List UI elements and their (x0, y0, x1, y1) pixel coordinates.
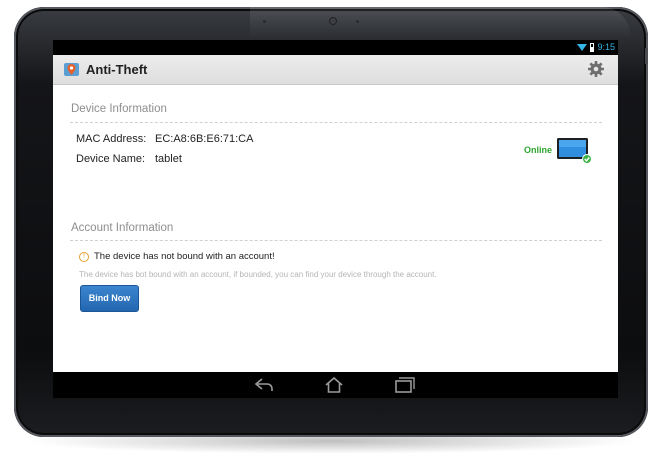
mac-address-row: MAC Address: EC:A8:6B:E6:71:CA (76, 133, 253, 145)
power-button (645, 48, 648, 64)
recent-apps-icon[interactable] (393, 375, 415, 395)
bind-note: The device has bot bound with an account… (79, 270, 437, 279)
tablet-online-icon (557, 138, 592, 164)
wifi-icon (577, 43, 588, 51)
bind-warning: ! The device has not bound with an accou… (79, 251, 275, 262)
action-bar: Anti-Theft (53, 55, 618, 85)
mac-address-label: MAC Address: (76, 133, 147, 145)
back-icon[interactable] (253, 375, 275, 395)
screen: 9:15 Anti-Theft Device Information MAC A… (53, 40, 618, 372)
bind-now-button[interactable]: Bind Now (80, 285, 139, 312)
sensor-dot (263, 20, 266, 23)
section-divider (70, 122, 602, 123)
settings-icon[interactable] (587, 60, 605, 78)
status-clock: 9:15 (597, 42, 615, 52)
device-name-label: Device Name: (76, 153, 146, 165)
status-icons: 9:15 (577, 41, 615, 53)
camera-lens (330, 18, 336, 24)
warning-icon: ! (79, 251, 89, 262)
device-name-row: Device Name: tablet (76, 153, 182, 165)
mac-address-value: EC:A8:6B:E6:71:CA (155, 133, 254, 145)
main-content: Device Information MAC Address: EC:A8:6B… (53, 85, 618, 372)
section-divider (70, 240, 602, 241)
battery-icon (590, 42, 595, 52)
device-info-header: Device Information (71, 103, 167, 115)
app-title: Anti-Theft (86, 62, 148, 77)
tablet-glare (250, 7, 630, 39)
account-info-header: Account Information (71, 222, 174, 234)
home-icon[interactable] (323, 375, 345, 395)
online-status: Online (524, 145, 553, 155)
app-icon (64, 63, 79, 76)
sensor-dot (356, 20, 359, 23)
status-bar: 9:15 (53, 40, 618, 55)
bind-warning-text: The device has not bound with an account… (94, 251, 275, 262)
navigation-bar (53, 372, 618, 398)
device-name-value: tablet (155, 153, 182, 165)
